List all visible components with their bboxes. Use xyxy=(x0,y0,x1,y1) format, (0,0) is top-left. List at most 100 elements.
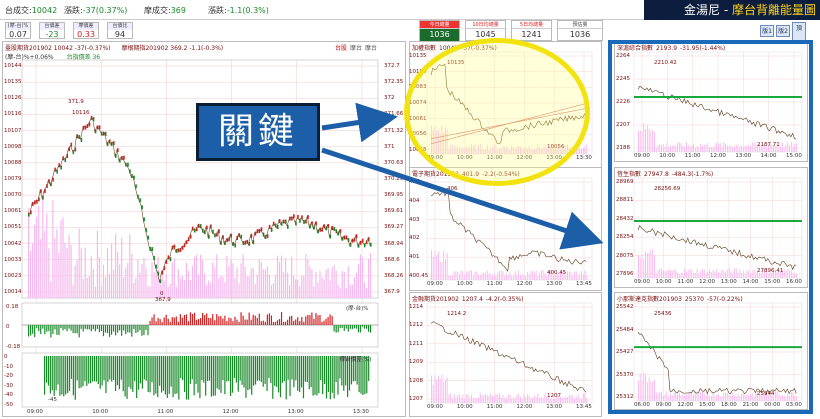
main-volume-bar xyxy=(202,259,204,298)
mini-plot-frame xyxy=(426,177,593,281)
mini-volume-bar xyxy=(469,398,471,403)
mini-volume-bar xyxy=(523,274,525,280)
mini-volume-bar xyxy=(582,148,584,154)
osc2-bar xyxy=(101,356,103,386)
mini-volume-bar xyxy=(581,148,582,154)
main-volume-bar xyxy=(84,247,86,298)
main-high-label2: 10116 xyxy=(72,110,90,116)
osc2-bar xyxy=(170,356,172,387)
osc1-bar xyxy=(48,325,50,331)
mini-volume-bar xyxy=(567,271,568,280)
osc2-bar xyxy=(218,356,220,390)
mini-volume-bar xyxy=(535,397,537,403)
osc2-bar xyxy=(318,356,320,394)
main-volume-bar xyxy=(297,279,299,298)
main-candle xyxy=(359,240,362,245)
osc1-bar xyxy=(145,325,147,331)
osc1-bar xyxy=(327,316,329,325)
osc2-bar xyxy=(65,356,67,395)
mini-volume-bar xyxy=(512,397,514,403)
main-x-tick: 13:30 xyxy=(353,409,369,415)
osc2-bar xyxy=(300,356,303,388)
main-volume-bar xyxy=(117,252,119,298)
osc2-bar xyxy=(337,356,339,395)
mini-volume-bar xyxy=(533,395,535,403)
osc2-bar xyxy=(162,356,165,391)
main-low-label2: 0 xyxy=(160,291,164,297)
mini-volume-bar xyxy=(443,382,445,403)
osc2-bar xyxy=(239,356,241,381)
main-right-tick: 371.66 xyxy=(384,111,404,118)
osc1-bar xyxy=(264,321,266,325)
mini-plot-frame xyxy=(426,302,593,404)
mini-low-label: 1207 xyxy=(547,393,561,399)
osc1-bar xyxy=(183,314,186,325)
main-volume-bar xyxy=(173,258,175,298)
mini-volume-bar xyxy=(443,250,445,280)
mini-volume-bar xyxy=(495,275,497,280)
main-left-tick: 10088 xyxy=(4,159,22,166)
osc2-tick: -30 xyxy=(4,382,13,389)
mini-volume-bar xyxy=(521,274,523,280)
mini-volume-bar xyxy=(476,271,478,280)
osc2-bar xyxy=(91,356,94,382)
main-volume-bar xyxy=(270,284,273,298)
main-volume-bar xyxy=(284,257,287,298)
osc1-bar xyxy=(335,325,337,333)
osc1-bar xyxy=(359,325,362,333)
main-right-tick: 371.32 xyxy=(384,127,404,134)
callout-key: 關鍵 xyxy=(196,103,320,161)
main-volume-bar xyxy=(110,243,113,298)
osc1-bar xyxy=(260,321,262,325)
mini-volume-bar xyxy=(453,394,455,403)
main-volume-bar xyxy=(293,275,295,298)
osc2-bar xyxy=(310,356,312,388)
mini-volume-bar xyxy=(516,274,518,280)
main-volume-bar xyxy=(228,266,230,298)
osc2-tick: -20 xyxy=(4,373,13,379)
osc1-bar xyxy=(141,325,143,336)
main-volume-bar xyxy=(327,268,329,298)
osc2-label: 摩台價差(%) xyxy=(340,357,372,363)
mini-x-tick: 13:30 xyxy=(576,155,592,161)
mini-volume-bar xyxy=(577,275,579,280)
osc1-bar xyxy=(365,325,368,329)
mini-volume-bar xyxy=(511,398,513,403)
osc2-bar xyxy=(289,356,291,397)
osc2-bar xyxy=(277,356,280,393)
osc2-bar xyxy=(55,356,57,391)
main-volume-bar xyxy=(195,254,198,298)
main-x-tick: 13:00 xyxy=(287,409,304,415)
main-volume-bar xyxy=(70,244,72,298)
mini-volume-bar xyxy=(523,394,525,403)
main-volume-bar xyxy=(367,258,370,298)
osc2-bar xyxy=(145,356,147,381)
mini-tick: 10135 xyxy=(409,53,427,59)
mini-volume-bar xyxy=(540,397,542,403)
osc1-bar xyxy=(42,325,44,329)
main-volume-bar xyxy=(282,272,285,298)
main-volume-bar xyxy=(268,274,270,298)
main-volume-bar xyxy=(369,253,372,298)
main-volume-bar xyxy=(216,254,218,298)
mini-volume-bar xyxy=(511,275,513,280)
osc2-bar xyxy=(118,356,120,390)
main-volume-bar xyxy=(149,285,151,298)
osc2-bar xyxy=(197,356,199,393)
main-volume-bar xyxy=(137,258,139,298)
main-volume-bar xyxy=(44,230,46,298)
osc1-bar xyxy=(185,314,188,325)
main-volume-bar xyxy=(357,264,360,298)
mini-volume-bar xyxy=(457,271,459,280)
osc1-bar xyxy=(244,319,246,325)
main-right-tick: 372.7 xyxy=(384,63,400,69)
osc2-bar xyxy=(80,356,82,388)
osc1-bar xyxy=(349,325,351,329)
osc2-bar xyxy=(122,356,124,392)
mini-volume-bar xyxy=(483,395,485,403)
mini-volume-bar xyxy=(581,271,582,280)
mini-volume-bar xyxy=(518,393,520,403)
mini-volume-bar xyxy=(476,398,478,403)
mini-volume-bar xyxy=(500,270,502,280)
mini-volume-bar xyxy=(575,396,577,403)
